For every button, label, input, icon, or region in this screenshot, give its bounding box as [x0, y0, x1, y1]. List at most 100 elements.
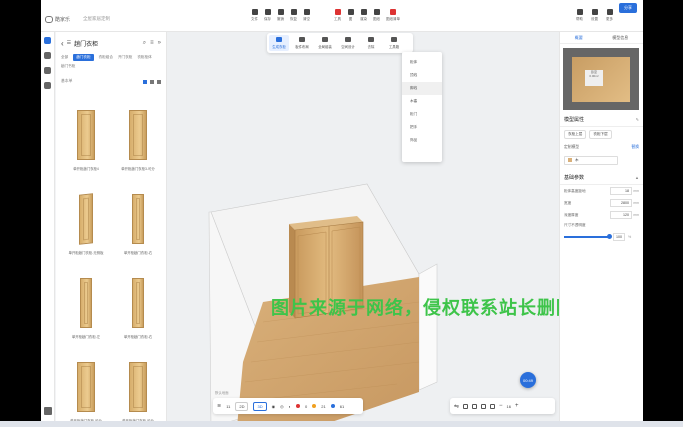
subtool-button[interactable]: 生成衣柜 [269, 35, 289, 51]
subtool-button[interactable]: 全局组装 [315, 35, 335, 51]
product-card[interactable]: 单开柜趟门衣柜3-可分 [112, 103, 164, 183]
camera-icon[interactable]: ◎ [280, 404, 284, 409]
product-thumbnail[interactable] [129, 355, 147, 419]
tab-model-info[interactable]: 模型信息 [612, 35, 628, 41]
search-icon[interactable]: ⌕ [143, 40, 146, 47]
toolbar-save-button[interactable]: 保存 [262, 9, 273, 22]
product-thumbnail[interactable] [132, 271, 144, 335]
subtool-button[interactable]: 空间设计 [338, 35, 358, 51]
catalog-icon[interactable] [44, 37, 51, 44]
collapse-icon[interactable]: » [158, 40, 161, 47]
subtool-button[interactable]: 板件布局 [292, 35, 312, 51]
zoom-toolbar: ⇋ − 16 + [450, 398, 555, 414]
lower-cabinet-chip[interactable]: 衣柜下层 [589, 130, 612, 139]
product-thumbnail[interactable] [77, 103, 95, 167]
product-card[interactable]: 单开柜趟门衣柜4 [60, 103, 112, 183]
brand[interactable]: 酷家乐 [45, 14, 70, 24]
product-card[interactable]: 单开柜趟门衣柜-左 [60, 271, 112, 351]
filter-chip[interactable]: 衣柜组合 [99, 54, 113, 61]
toolbar-blueprint-button[interactable]: 图纸 [371, 9, 382, 22]
eye-icon[interactable]: ◉ [272, 404, 276, 409]
product-thumbnail[interactable] [79, 187, 93, 251]
menu-item[interactable]: 柜门 [402, 108, 442, 121]
tab-overview[interactable]: 概要 [575, 35, 583, 41]
palette-icon[interactable]: ◐ [289, 404, 291, 409]
replace-link[interactable]: 替换 [631, 145, 639, 150]
product-thumbnail[interactable] [80, 271, 92, 335]
menu-item[interactable]: 柜体 [402, 56, 442, 69]
more-button[interactable]: 更多 [604, 9, 615, 22]
upper-cabinet-chip[interactable]: 衣柜上层 [564, 130, 587, 139]
measure-icon[interactable]: ⇋ [454, 403, 459, 410]
product-thumbnail[interactable] [129, 103, 147, 167]
collapse-arrow-icon[interactable]: ▲ [635, 175, 639, 180]
list-view-icon[interactable] [150, 79, 154, 84]
material-value: 木 [575, 158, 579, 162]
filter-chip[interactable]: 开门衣柜 [118, 54, 132, 61]
model-library-icon[interactable] [44, 52, 51, 59]
material-select[interactable]: 木 [564, 156, 618, 165]
help-button[interactable]: 帮助 [574, 9, 585, 22]
screenshot-icon[interactable] [463, 403, 469, 409]
toolbar-tools-button[interactable]: 工具 [332, 9, 343, 22]
grid-view-icon[interactable] [143, 79, 147, 84]
product-card[interactable]: 单开柜趟门衣柜-可分 [112, 355, 164, 427]
param-input[interactable]: 18 [610, 187, 632, 195]
menu-item[interactable]: 顶线 [402, 69, 442, 82]
subtool-button[interactable]: 工具箱 [384, 35, 404, 51]
document-icon[interactable] [44, 407, 52, 415]
undo-icon [277, 9, 284, 15]
opacity-slider[interactable]: 100 % [564, 233, 639, 241]
layers-icon[interactable]: ≋ [217, 403, 221, 409]
sort-icon[interactable] [157, 79, 161, 84]
toolbar-redo-button[interactable]: 恢复 [288, 9, 299, 22]
toolbar-undo-button[interactable]: 撤销 [275, 9, 286, 22]
menu-item[interactable]: 饰品 [402, 134, 442, 147]
param-input[interactable]: 120 [610, 211, 632, 219]
view-2d-button[interactable]: 2D [235, 401, 249, 411]
subtool-button[interactable]: 去除 [361, 35, 381, 51]
param-input[interactable]: 2800 [610, 199, 632, 207]
product-card[interactable]: 单开柜趟门衣柜-右 [112, 187, 164, 267]
toolbar-drawing-button[interactable]: 图 [345, 9, 356, 22]
product-thumbnail[interactable] [77, 355, 95, 419]
file-name[interactable]: 全屋家居定制 [83, 16, 110, 22]
more-icon [606, 9, 613, 15]
timer-button[interactable]: 00:49 [520, 372, 536, 388]
3d-viewport[interactable]: 生成衣柜 板件布局 全局组装 空间设计 去除 工具箱 柜体 顶线 脚线 木塞 柜门 把手 饰品 默认地… [167, 32, 559, 427]
user-icon[interactable] [44, 67, 51, 74]
toolbar-render-button[interactable]: 渲染 [358, 9, 369, 22]
filter-icon[interactable]: ☰ [67, 40, 71, 46]
zoom-out-icon[interactable]: − [499, 403, 503, 409]
filter-chip[interactable]: 趟门书柜 [61, 63, 75, 70]
toolbar-list-button[interactable]: 图纸清单 [384, 9, 402, 22]
product-card[interactable]: 单开柜趟门衣柜-可分 [60, 355, 112, 427]
fullscreen-icon[interactable] [490, 403, 496, 409]
filter-chip[interactable]: 全部 [61, 54, 68, 61]
floorplan-minimap[interactable]: 卧室 0.00m² [563, 48, 639, 110]
filter-chip[interactable]: 衣柜柜体 [137, 54, 151, 61]
product-card[interactable]: 单开柜趟门衣柜-无侧板 [60, 187, 112, 267]
filter-chip[interactable]: 趟门衣柜 [73, 54, 94, 61]
slider-value[interactable]: 100 [613, 233, 625, 241]
fit-icon[interactable] [472, 403, 478, 409]
list-icon[interactable]: ≡ [150, 40, 154, 47]
back-icon[interactable]: ‹ [61, 39, 64, 48]
product-thumbnail[interactable] [132, 187, 144, 251]
slider-knob[interactable] [607, 234, 612, 239]
product-card[interactable]: 单开柜趟门衣柜-右 [112, 271, 164, 351]
menu-item[interactable]: 木塞 [402, 95, 442, 108]
menu-item[interactable]: 把手 [402, 121, 442, 134]
slider-track[interactable] [564, 234, 612, 239]
toolbar-file-button[interactable]: 文件 [249, 9, 260, 22]
edit-icon[interactable]: ✎ [636, 117, 639, 122]
frame-icon[interactable] [481, 403, 487, 409]
zoom-in-icon[interactable]: + [515, 403, 519, 409]
share-button[interactable]: 分享 [619, 3, 637, 13]
toolbar-clear-button[interactable]: 清空 [301, 9, 312, 22]
settings-button[interactable]: 设置 [589, 9, 600, 22]
view-3d-button[interactable]: 3D [253, 401, 267, 411]
menu-item[interactable]: 脚线 [402, 82, 442, 95]
layers-icon[interactable] [44, 82, 51, 89]
param-label: 宽度 [564, 200, 572, 205]
